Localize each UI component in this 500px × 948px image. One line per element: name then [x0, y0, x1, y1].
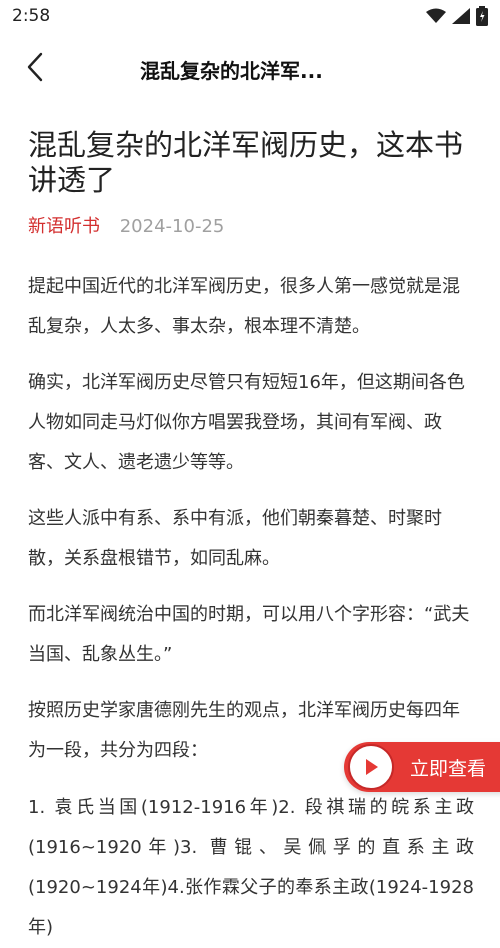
article-source[interactable]: 新语听书 — [28, 216, 100, 237]
nav-title: 混乱复杂的北洋军... — [140, 59, 323, 83]
play-icon — [348, 744, 394, 790]
wifi-icon — [426, 8, 446, 24]
article-paragraph: 提起中国近代的北洋军阀历史，很多人第一感觉就是混乱复杂，人太多、事太杂，根本理不… — [28, 276, 460, 337]
top-nav: 混乱复杂的北洋军... — [0, 40, 500, 98]
article-paragraph: 1. 袁氏当国(1912-1916年)2. 段祺瑞的皖系主政(1916~1920… — [28, 797, 474, 938]
chevron-left-icon — [26, 52, 44, 86]
signal-icon — [452, 8, 470, 24]
article-meta: 新语听书 2024-10-25 — [28, 212, 474, 240]
view-now-label: 立即查看 — [410, 757, 487, 780]
status-bar: 2:58 — [0, 0, 500, 34]
status-icons — [426, 6, 488, 26]
article-paragraph: 而北洋军阀统治中国的时期，可以用八个字形容：“武夫当国、乱象丛生。” — [28, 604, 470, 665]
article-paragraph: 这些人派中有系、系中有派，他们朝秦暮楚、时聚时散，关系盘根错节，如同乱麻。 — [28, 508, 442, 569]
status-time: 2:58 — [12, 6, 51, 26]
view-now-button[interactable]: 立即查看 — [344, 742, 500, 792]
article-headline: 混乱复杂的北洋军阀历史，这本书讲透了 — [28, 128, 464, 197]
article-header: 混乱复杂的北洋军阀历史，这本书讲透了 新语听书 2024-10-25 — [28, 128, 474, 240]
article-date: 2024-10-25 — [119, 216, 225, 237]
back-button[interactable] — [18, 52, 52, 86]
article-paragraph: 确实，北洋军阀历史尽管只有短短16年，但这期间各色人物如同走马灯似你方唱罢我登场… — [28, 372, 465, 473]
battery-icon — [476, 6, 488, 26]
